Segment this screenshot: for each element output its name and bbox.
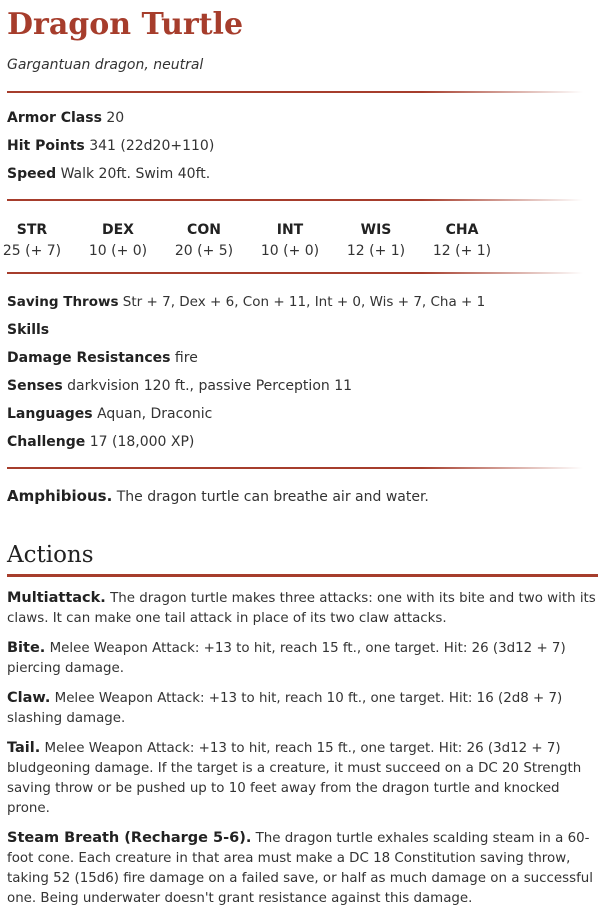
senses-line: Senses darkvision 120 ft., passive Perce… (7, 376, 352, 396)
section-divider (7, 467, 583, 469)
action-claw: Claw. Melee Weapon Attack: +13 to hit, r… (7, 688, 599, 729)
action-text: Melee Weapon Attack: +13 to hit, reach 1… (7, 691, 563, 726)
ability-score: 10 (+ 0) (88, 243, 148, 259)
armor-class-line: Armor Class 20 (7, 108, 124, 128)
armor-class-value: 20 (106, 110, 125, 126)
speed-label: Speed (7, 166, 57, 182)
section-divider (7, 199, 583, 201)
ability-score: 25 (+ 7) (2, 243, 62, 259)
challenge-value: 17 (18,000 XP) (89, 434, 195, 450)
saving-throws-value: Str + 7, Dex + 6, Con + 11, Int + 0, Wis… (122, 294, 486, 310)
action-multiattack: Multiattack. The dragon turtle makes thr… (7, 588, 599, 629)
action-bite: Bite. Melee Weapon Attack: +13 to hit, r… (7, 638, 599, 679)
hit-points-line: Hit Points 341 (22d20+110) (7, 136, 214, 156)
armor-class-label: Armor Class (7, 110, 102, 126)
ability-name: CHA (445, 222, 479, 238)
monster-type-alignment: Gargantuan dragon, neutral (7, 57, 204, 73)
languages-line: Languages Aquan, Draconic (7, 404, 212, 424)
ability-name: WIS (360, 222, 392, 238)
ability-dex: DEX 10 (+ 0) (78, 221, 158, 260)
actions-divider (7, 574, 598, 577)
languages-label: Languages (7, 406, 93, 422)
trait-name: Amphibious. (7, 487, 113, 505)
languages-value: Aquan, Draconic (97, 406, 213, 422)
speed-value: Walk 20ft. Swim 40ft. (60, 166, 211, 182)
ability-name: INT (276, 222, 304, 238)
action-text: Melee Weapon Attack: +13 to hit, reach 1… (7, 641, 566, 676)
action-text: Melee Weapon Attack: +13 to hit, reach 1… (7, 741, 582, 816)
damage-resistances-value: fire (174, 350, 198, 366)
ability-con: CON 20 (+ 5) (164, 221, 244, 260)
ability-int: INT 10 (+ 0) (250, 221, 330, 260)
ability-score: 12 (+ 1) (346, 243, 406, 259)
ability-cha: CHA 12 (+ 1) (422, 221, 502, 260)
ability-score: 12 (+ 1) (432, 243, 492, 259)
skills-label: Skills (7, 322, 50, 338)
ability-name: STR (16, 222, 48, 238)
trait-text: The dragon turtle can breathe air and wa… (116, 489, 429, 505)
ability-score: 10 (+ 0) (260, 243, 320, 259)
actions-heading: Actions (7, 542, 94, 568)
senses-value: darkvision 120 ft., passive Perception 1… (67, 378, 353, 394)
challenge-label: Challenge (7, 434, 86, 450)
ability-name: DEX (102, 222, 134, 238)
ability-str: STR 25 (+ 7) (0, 221, 72, 260)
hit-points-label: Hit Points (7, 138, 85, 154)
section-divider (7, 91, 583, 93)
speed-line: Speed Walk 20ft. Swim 40ft. (7, 164, 210, 184)
action-name: Tail. (7, 740, 41, 756)
ability-wis: WIS 12 (+ 1) (336, 221, 416, 260)
action-tail: Tail. Melee Weapon Attack: +13 to hit, r… (7, 738, 599, 819)
hit-points-value: 341 (22d20+110) (89, 138, 215, 154)
saving-throws-label: Saving Throws (7, 294, 119, 310)
trait-amphibious: Amphibious. The dragon turtle can breath… (7, 486, 599, 507)
skills-line: Skills (7, 320, 49, 340)
damage-resistances-line: Damage Resistances fire (7, 348, 198, 368)
saving-throws-line: Saving Throws Str + 7, Dex + 6, Con + 11… (7, 292, 485, 312)
action-name: Steam Breath (Recharge 5-6). (7, 830, 252, 846)
section-divider (7, 272, 583, 274)
action-steam-breath: Steam Breath (Recharge 5-6). The dragon … (7, 828, 599, 909)
ability-score: 20 (+ 5) (174, 243, 234, 259)
damage-resistances-label: Damage Resistances (7, 350, 171, 366)
monster-name: Dragon Turtle (7, 7, 244, 42)
ability-name: CON (187, 222, 221, 238)
challenge-line: Challenge 17 (18,000 XP) (7, 432, 194, 452)
action-name: Bite. (7, 640, 46, 656)
senses-label: Senses (7, 378, 63, 394)
action-name: Claw. (7, 690, 51, 706)
action-name: Multiattack. (7, 590, 106, 606)
